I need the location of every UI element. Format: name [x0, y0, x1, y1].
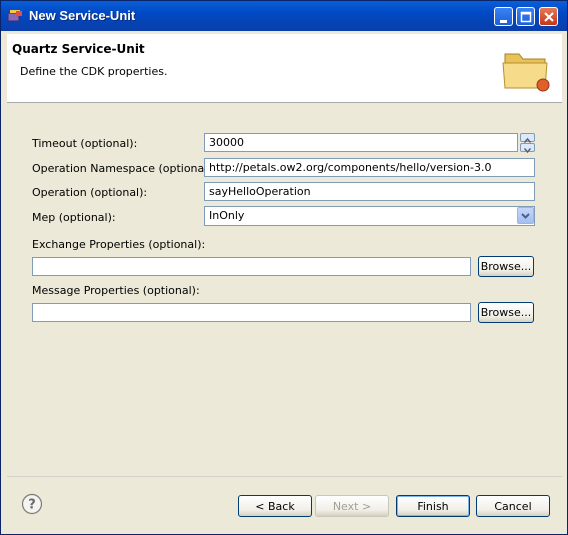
exchange-properties-browse-button[interactable]: Browse...	[478, 256, 534, 277]
wizard-header: Quartz Service-Unit Define the CDK prope…	[7, 34, 562, 103]
mep-selected-value: InOnly	[209, 209, 245, 222]
finish-button[interactable]: Finish	[396, 495, 470, 517]
form-area: Timeout (optional): Operation Namespace …	[7, 103, 562, 475]
exchange-properties-label: Exchange Properties (optional):	[32, 238, 206, 251]
close-button[interactable]	[539, 7, 558, 26]
namespace-label: Operation Namespace (optional):	[32, 162, 216, 175]
svg-text:?: ?	[28, 498, 36, 513]
exchange-properties-input[interactable]	[32, 257, 471, 276]
minimize-icon	[500, 20, 507, 23]
folder-icon	[502, 53, 550, 92]
operation-input[interactable]	[204, 182, 535, 201]
mep-select[interactable]: InOnly	[204, 206, 535, 226]
help-icon[interactable]: ?	[21, 493, 43, 515]
minimize-button[interactable]	[494, 7, 513, 26]
wizard-window: New Service-Unit Quartz Service-Unit Def…	[0, 0, 568, 535]
timeout-label: Timeout (optional):	[32, 137, 138, 150]
message-properties-browse-button[interactable]: Browse...	[478, 302, 534, 323]
message-properties-label: Message Properties (optional):	[32, 284, 200, 297]
mep-label: Mep (optional):	[32, 211, 116, 224]
page-description: Define the CDK properties.	[20, 65, 168, 78]
maximize-button[interactable]	[516, 7, 535, 26]
next-button[interactable]: Next >	[315, 495, 389, 517]
operation-label: Operation (optional):	[32, 186, 148, 199]
cancel-button[interactable]: Cancel	[476, 495, 550, 517]
page-title: Quartz Service-Unit	[12, 42, 145, 56]
timeout-spinner[interactable]	[520, 133, 535, 154]
mep-dropdown-button[interactable]	[517, 207, 534, 224]
close-icon	[544, 12, 554, 22]
eclipse-wizard-icon	[8, 10, 22, 22]
spin-up-button[interactable]	[520, 133, 535, 143]
maximize-icon	[520, 11, 532, 23]
back-button[interactable]: < Back	[238, 495, 312, 517]
message-properties-input[interactable]	[32, 303, 471, 322]
chevron-down-icon	[521, 213, 530, 219]
title-bar[interactable]: New Service-Unit	[1, 1, 567, 31]
chevron-down-icon	[523, 148, 532, 154]
spin-down-button[interactable]	[520, 143, 535, 154]
timeout-input[interactable]	[204, 133, 518, 152]
footer-separator	[7, 476, 562, 477]
window-title: New Service-Unit	[29, 8, 136, 23]
namespace-input[interactable]	[204, 158, 535, 177]
